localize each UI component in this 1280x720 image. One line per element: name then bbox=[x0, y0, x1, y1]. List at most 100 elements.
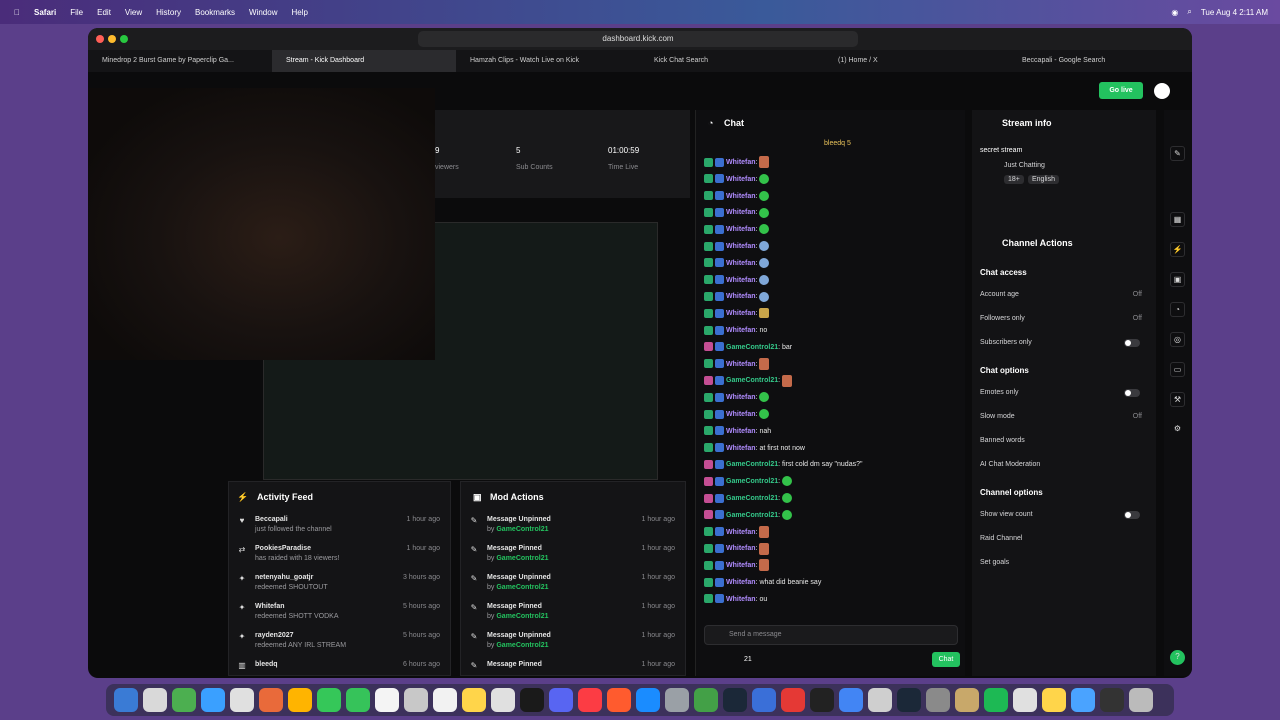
dock-app-icon[interactable] bbox=[752, 688, 776, 712]
maximize-icon[interactable] bbox=[120, 35, 128, 43]
dock-app-icon[interactable] bbox=[201, 688, 225, 712]
tab-minedrop[interactable]: Minedrop 2 Burst Game by Paperclip Ga... bbox=[88, 50, 272, 72]
dock-app-icon[interactable] bbox=[375, 688, 399, 712]
wrench-icon[interactable]: ⚒ bbox=[1170, 392, 1185, 407]
chat-message[interactable]: Whitefan: what did beanie say bbox=[704, 575, 821, 590]
chat-username[interactable]: GameControl21 bbox=[726, 377, 778, 384]
bolt-icon[interactable]: ⚡ bbox=[1170, 242, 1185, 257]
stream-title[interactable]: secret stream bbox=[980, 147, 1022, 154]
emotes-only-toggle[interactable] bbox=[1124, 389, 1140, 397]
menu-help[interactable]: Help bbox=[291, 8, 307, 17]
menu-app[interactable]: Safari bbox=[34, 8, 56, 17]
chat-username[interactable]: Whitefan bbox=[726, 394, 756, 401]
dock-app-icon[interactable] bbox=[897, 688, 921, 712]
search-icon[interactable]: ⌕ bbox=[1187, 7, 1191, 17]
avatar[interactable] bbox=[1154, 83, 1170, 99]
tab-hamzah[interactable]: Hamzah Clips - Watch Live on Kick bbox=[456, 50, 640, 72]
chat-message[interactable]: Whitefan: bbox=[704, 256, 770, 271]
list-item[interactable]: ✎ Message Pinned by GameControl21 1 hour ag… bbox=[461, 545, 685, 573]
dock-app-icon[interactable] bbox=[172, 688, 196, 712]
chat-message[interactable]: Whitefan: bbox=[704, 541, 770, 556]
chat-username[interactable]: Whitefan bbox=[726, 579, 756, 586]
chat-username[interactable]: Whitefan bbox=[726, 159, 756, 166]
dock-app-icon[interactable] bbox=[723, 688, 747, 712]
list-item[interactable]: ✦ netenyahu_goatjr redeemed SHOUTOUT 3 hour… bbox=[229, 574, 450, 602]
dock-app-icon[interactable] bbox=[694, 688, 718, 712]
dock-app-icon[interactable] bbox=[433, 688, 457, 712]
chat-message[interactable]: Whitefan: bbox=[704, 525, 770, 540]
list-item[interactable]: ✎ Message Pinned 1 hour ago bbox=[461, 661, 685, 675]
dock-app-icon[interactable] bbox=[636, 688, 660, 712]
chat-username[interactable]: GameControl21 bbox=[726, 344, 778, 351]
dock-app-icon[interactable] bbox=[230, 688, 254, 712]
chat-message[interactable]: GameControl21: bbox=[704, 373, 793, 388]
list-item[interactable]: ✦ rayden2027 redeemed ANY IRL STREAM 5 hour… bbox=[229, 632, 450, 660]
chat-username[interactable]: Whitefan bbox=[726, 596, 756, 603]
chat-username[interactable]: Whitefan bbox=[726, 260, 756, 267]
dock-app-icon[interactable] bbox=[288, 688, 312, 712]
chat-message[interactable]: Whitefan: bbox=[704, 172, 770, 187]
menu-bookmarks[interactable]: Bookmarks bbox=[195, 8, 235, 17]
chat-message[interactable]: GameControl21: bar bbox=[704, 340, 792, 355]
chat-message[interactable]: Whitefan: bbox=[704, 273, 770, 288]
chat-username[interactable]: Whitefan bbox=[726, 545, 756, 552]
tab-google[interactable]: Beccapali - Google Search bbox=[1008, 50, 1192, 72]
tab-chat-search[interactable]: Kick Chat Search bbox=[640, 50, 824, 72]
chat-message[interactable]: Whitefan: bbox=[704, 205, 770, 220]
list-item[interactable]: ⇄ PookiesParadise has raided with 18 viewe… bbox=[229, 545, 450, 573]
cog-icon[interactable]: ⚙ bbox=[1170, 422, 1185, 437]
slow-mode-setting[interactable]: Slow mode bbox=[980, 413, 1015, 420]
dock-app-icon[interactable] bbox=[259, 688, 283, 712]
chat-message[interactable]: Whitefan: bbox=[704, 239, 770, 254]
list-item[interactable]: ✎ Message Unpinned by GameControl21 1 hour … bbox=[461, 632, 685, 660]
dock-app-icon[interactable] bbox=[462, 688, 486, 712]
chat-username[interactable]: Whitefan bbox=[726, 243, 756, 250]
dock-app-icon[interactable] bbox=[839, 688, 863, 712]
pencil-icon[interactable]: ✎ bbox=[1170, 146, 1185, 161]
chat-message[interactable]: GameControl21: first cold dm say "nudas?… bbox=[704, 457, 862, 472]
dock-app-icon[interactable] bbox=[1100, 688, 1124, 712]
minimize-icon[interactable] bbox=[108, 35, 116, 43]
chat-username[interactable]: Whitefan bbox=[726, 209, 756, 216]
support-icon[interactable]: ? bbox=[1170, 650, 1185, 665]
chat-username[interactable]: Whitefan bbox=[726, 226, 756, 233]
chat-message[interactable]: Whitefan: bbox=[704, 289, 770, 304]
dock-app-icon[interactable] bbox=[520, 688, 544, 712]
list-item[interactable]: ▥ bleedq 6 hours ago bbox=[229, 661, 450, 675]
dock-app-icon[interactable] bbox=[1129, 688, 1153, 712]
dock-app-icon[interactable] bbox=[607, 688, 631, 712]
chat-username[interactable]: GameControl21 bbox=[726, 478, 778, 485]
show-view-count-toggle[interactable] bbox=[1124, 511, 1140, 519]
dock-app-icon[interactable] bbox=[955, 688, 979, 712]
chat-username[interactable]: Whitefan bbox=[726, 428, 756, 435]
url-bar[interactable]: dashboard.kick.com bbox=[418, 31, 858, 47]
dock-app-icon[interactable] bbox=[984, 688, 1008, 712]
chat-username[interactable]: Whitefan bbox=[726, 293, 756, 300]
monitor-icon[interactable]: ▭ bbox=[1170, 362, 1185, 377]
chat-message[interactable]: GameControl21: bbox=[704, 491, 793, 506]
chat-message[interactable]: Whitefan: no bbox=[704, 323, 767, 338]
pinned-user[interactable]: bleedq 5 bbox=[824, 140, 851, 147]
chat-message[interactable]: Whitefan: bbox=[704, 357, 770, 372]
dock-app-icon[interactable] bbox=[317, 688, 341, 712]
broadcast-icon[interactable]: ◎ bbox=[1170, 332, 1185, 347]
dock-app-icon[interactable] bbox=[1071, 688, 1095, 712]
close-icon[interactable] bbox=[96, 35, 104, 43]
chat-message[interactable]: Whitefan: ou bbox=[704, 592, 767, 607]
dock-app-icon[interactable] bbox=[346, 688, 370, 712]
category[interactable]: Just Chatting bbox=[1004, 162, 1045, 169]
wifi-icon[interactable]: ◉ bbox=[1171, 8, 1178, 17]
dock-app-icon[interactable] bbox=[868, 688, 892, 712]
tab-kick-dashboard[interactable]: Stream - Kick Dashboard bbox=[272, 50, 456, 72]
chat-message[interactable]: Whitefan: at first not now bbox=[704, 441, 805, 456]
dock-app-icon[interactable] bbox=[1013, 688, 1037, 712]
list-item[interactable]: ✦ Whitefan redeemed SHOTT VODKA 5 hours ago bbox=[229, 603, 450, 631]
chat-username[interactable]: Whitefan bbox=[726, 562, 756, 569]
list-item[interactable]: ♥ Beccapali just followed the channel 1 hou… bbox=[229, 516, 450, 544]
dock-app-icon[interactable] bbox=[781, 688, 805, 712]
chat-username[interactable]: Whitefan bbox=[726, 327, 756, 334]
dock-app-icon[interactable] bbox=[578, 688, 602, 712]
menu-history[interactable]: History bbox=[156, 8, 181, 17]
chat-message[interactable]: Whitefan: bbox=[704, 155, 770, 170]
dock-app-icon[interactable] bbox=[491, 688, 515, 712]
